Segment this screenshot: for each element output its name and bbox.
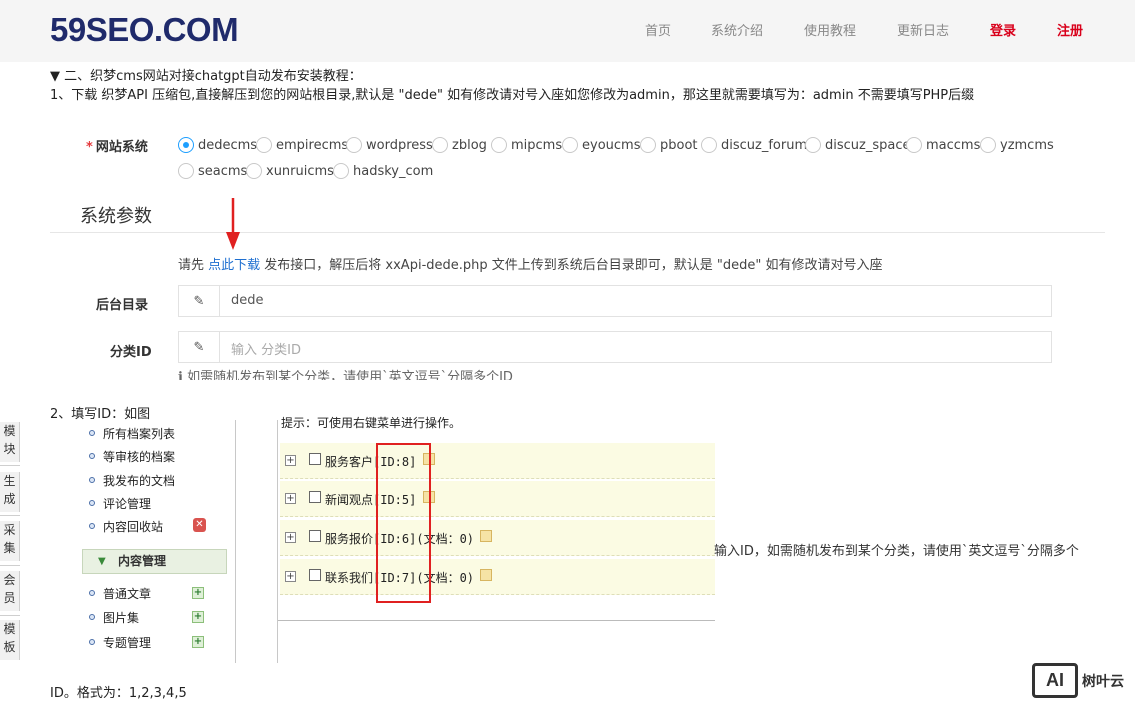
id-format-note: ID。格式为：1,2,3,4,5 [50,686,187,701]
expand-icon: + [285,532,296,543]
radio-discuz-forum[interactable]: discuz_forum [701,137,807,153]
radio-wordpress[interactable]: wordpress [346,137,433,153]
top-navbar: 59SEO.COM 首页 系统介绍 使用教程 更新日志 登录 注册 [0,0,1135,62]
category-row: + 服务客户[ID:8] [280,443,715,479]
side-tab-member: 会员 [0,571,20,611]
side-tab-template: 模板 [0,620,20,660]
embedded-tip: 提示：可使用右键菜单进行操作。 [281,416,462,430]
radio-pboot[interactable]: pboot [640,137,698,153]
bullet-icon [89,430,95,436]
radio-empirecms[interactable]: empirecms [256,137,348,153]
category-id-input[interactable]: ✎ 输入 分类ID [178,331,1052,363]
radio-discuz-space[interactable]: discuz_space [805,137,910,153]
menu-sub-topic: 专题管理 [103,636,152,650]
radio-yzmcms[interactable]: yzmcms [980,137,1054,153]
category-id-placeholder: 输入 分类ID [231,343,301,358]
checkbox-icon [309,569,321,581]
edit-icon [480,569,492,581]
menu-item-comments: 评论管理 [103,497,152,511]
pencil-icon: ✎ [179,286,220,316]
menu-section-content: ▼ 内容管理 [82,549,227,574]
category-side-note: 输入ID，如需随机发布到某个分类，请使用`英文逗号`分隔多个 [714,544,1079,559]
download-note: 请先 点此下载 发布接口，解压后将 xxApi-dede.php 文件上传到系统… [178,258,883,273]
backend-dir-value: dede [231,293,264,308]
category-row: + 服务报价[ID:6](文档：0) [280,520,715,556]
add-icon: + [192,636,204,648]
register-link[interactable]: 注册 [1057,20,1083,39]
nav-tutorial[interactable]: 使用教程 [804,20,856,39]
category-row: + 新闻观点[ID:5] [280,481,715,517]
watermark-text: 树叶云 [1082,674,1124,690]
chevron-down-icon: ▼ [98,556,106,567]
category-id-label: 分类ID [110,345,152,360]
nav-system-intro[interactable]: 系统介绍 [711,20,763,39]
radio-xunruicms[interactable]: xunruicms [246,163,334,179]
radio-checked-icon [178,137,194,153]
add-icon: + [192,611,204,623]
checkbox-icon [309,453,321,465]
checkbox-icon [309,491,321,503]
radio-dedecms[interactable]: dedecms [178,137,257,153]
menu-item-my-docs: 我发布的文档 [103,474,176,488]
category-row: + 联系我们[ID:7](文档：0) [280,559,715,595]
bullet-icon [89,590,95,596]
menu-item-recycle: 内容回收站 [103,520,164,534]
category-hint: ℹ 如需随机发布到某个分类，请使用`英文逗号`分隔多个ID [178,370,513,380]
expand-icon: + [285,571,296,582]
expand-icon: + [285,493,296,504]
bullet-icon [89,453,95,459]
side-tab-module: 模块 [0,422,20,462]
tutorial-step-1: 1、下载 织梦API 压缩包,直接解压到您的网站根目录,默认是 "dede" 如… [50,88,975,103]
section-divider [50,232,1105,233]
download-link[interactable]: 点此下载 [208,258,260,273]
menu-item-all-archives: 所有档案列表 [103,427,176,441]
bullet-icon [89,500,95,506]
pencil-icon: ✎ [179,332,220,362]
radio-eyoucms[interactable]: eyoucms [562,137,640,153]
bullet-icon [89,523,95,529]
menu-sub-article: 普通文章 [103,587,152,601]
bullet-icon [89,614,95,620]
red-arrow-icon [226,198,240,250]
radio-hadsky-com[interactable]: hadsky_com [333,163,433,179]
bullet-icon [89,639,95,645]
backend-dir-input[interactable]: ✎ dede [178,285,1052,317]
highlight-box [376,443,431,603]
bullet-icon [89,477,95,483]
site-logo[interactable]: 59SEO.COM [50,11,239,49]
delete-icon: ✕ [193,518,206,532]
expand-icon: + [285,455,296,466]
radio-zblog[interactable]: zblog [432,137,487,153]
nav-changelog[interactable]: 更新日志 [897,20,949,39]
radio-mipcms[interactable]: mipcms [491,137,562,153]
nav-home[interactable]: 首页 [645,20,671,39]
side-tab-generate: 生成 [0,472,20,512]
checkbox-icon [309,530,321,542]
menu-item-pending: 等审核的档案 [103,450,176,464]
side-tab-collect: 采集 [0,521,20,561]
add-icon: + [192,587,204,599]
site-system-label: * 网站系统 [86,140,148,155]
ai-logo-badge: AI [1032,663,1078,698]
login-link[interactable]: 登录 [990,20,1016,39]
menu-sub-gallery: 图片集 [103,611,140,625]
tutorial-heading: ▼ 二、织梦cms网站对接chatgpt自动发布安装教程： [50,69,362,84]
system-params-title: 系统参数 [80,206,152,227]
radio-maccms[interactable]: maccms [906,137,980,153]
backend-dir-label: 后台目录 [96,298,149,313]
radio-seacms[interactable]: seacms [178,163,247,179]
edit-icon [480,530,492,542]
